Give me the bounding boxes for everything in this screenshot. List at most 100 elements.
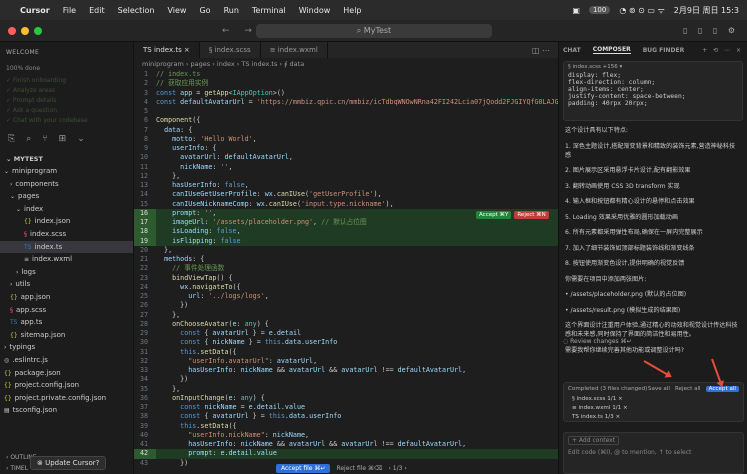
editor-tab[interactable]: § index.scss <box>200 42 261 58</box>
diff-pager[interactable]: ‹ 1/3 › <box>388 465 406 472</box>
code-line[interactable]: 34 }) <box>134 375 558 384</box>
onboarding-step[interactable]: ✓ Ask a question <box>0 105 133 115</box>
code-line[interactable]: 33 hasUserInfo: nickName && avatarUrl &&… <box>134 366 558 375</box>
diff-file-header[interactable]: § index.scss +156 ▾ <box>568 64 738 70</box>
code-view[interactable]: 1 // index.ts 2 // 获取应用实例 3 const app = getAp… <box>134 70 558 468</box>
menu-item-cursor[interactable]: Cursor <box>20 6 50 15</box>
code-line[interactable]: 13 hasUserInfo: false, <box>134 181 558 190</box>
onboarding-step[interactable]: ✓ Chat with your codebase <box>0 115 133 125</box>
tree-item[interactable]: {} index.json <box>0 215 133 228</box>
menu-item-window[interactable]: Window <box>299 6 331 15</box>
layout-icons[interactable]: ▯ ▯ ▯ ⚙ <box>683 26 739 35</box>
battery-indicator[interactable]: 100 <box>588 6 611 14</box>
update-cursor-toast[interactable]: ⊗ Update Cursor? <box>30 456 107 470</box>
close-icon[interactable]: ⊗ <box>37 459 45 467</box>
code-line[interactable]: 37 const nickName = e.detail.value <box>134 403 558 412</box>
explorer-title[interactable]: ⌄ MYTEST <box>0 153 133 165</box>
code-line[interactable]: 31 this.setData({ <box>134 348 558 357</box>
code-line[interactable]: 12 }, <box>134 172 558 181</box>
onboarding-step[interactable]: ✓ Prompt details <box>0 95 133 105</box>
code-line[interactable]: 24 wx.navigateTo({ <box>134 283 558 292</box>
datetime[interactable]: 2月9日 周日 15:3 <box>674 5 739 16</box>
accept-file-button[interactable]: Accept file ⌘↵ <box>276 464 331 473</box>
code-line[interactable]: 26 }) <box>134 301 558 310</box>
code-line[interactable]: 27 }, <box>134 311 558 320</box>
menu-item-help[interactable]: Help <box>343 6 361 15</box>
wifi-icon[interactable]: ◔ ⊚ ⊙ ▭ ᯤ <box>619 5 664 16</box>
menu-item-view[interactable]: View <box>167 6 186 15</box>
inline-accept-button[interactable]: Accept ⌘Y <box>476 211 512 219</box>
code-line[interactable]: 2 // 获取应用实例 <box>134 79 558 88</box>
extensions-icon[interactable]: ⊞ <box>59 134 67 144</box>
menu-item-file[interactable]: File <box>63 6 76 15</box>
tree-item[interactable]: {} package.json <box>0 367 133 380</box>
menu-item-selection[interactable]: Selection <box>118 6 155 15</box>
tree-item[interactable]: TS app.ts <box>0 316 133 329</box>
tree-item[interactable]: ▤ tsconfig.json <box>0 404 133 417</box>
code-line[interactable]: 38 const { avatarUrl } = this.data.userI… <box>134 412 558 421</box>
tree-item[interactable]: › components <box>0 178 133 191</box>
close-window-button[interactable] <box>8 26 16 35</box>
onboarding-step[interactable]: ✓ Analyze areas <box>0 85 133 95</box>
inline-reject-button[interactable]: Reject ⌘N <box>514 211 549 219</box>
tree-item[interactable]: › logs <box>0 266 133 279</box>
zoom-window-button[interactable] <box>34 26 42 35</box>
search-icon[interactable]: ⌕ <box>26 134 31 144</box>
tree-item[interactable]: § app.scss <box>0 304 133 317</box>
tree-item[interactable]: {} project.private.config.json <box>0 392 133 405</box>
code-line[interactable]: 35 }, <box>134 385 558 394</box>
source-control-icon[interactable]: ⑂ <box>42 134 47 144</box>
split-editor-icon[interactable]: ◫ ⋯ <box>524 42 558 58</box>
code-diff-preview[interactable]: § index.scss +156 ▾ display: flex; flex-… <box>563 61 743 121</box>
code-line[interactable]: 14 canIUseGetUserProfile: wx.canIUse('ge… <box>134 190 558 199</box>
code-line[interactable]: 10 avatarUrl: defaultAvatarUrl, <box>134 153 558 162</box>
panel-controls[interactable]: + ⟲ ⋯ × <box>702 47 743 54</box>
editor-tab[interactable]: TS index.ts × <box>134 42 200 58</box>
composer-input[interactable]: + Add context Edit code (⌘I), @ to menti… <box>563 432 744 474</box>
chevron-down-icon[interactable]: ⌄ <box>77 134 85 144</box>
code-line[interactable]: 6 Component({ <box>134 116 558 125</box>
code-line[interactable]: 30 const { nickName } = this.data.userIn… <box>134 338 558 347</box>
code-line[interactable]: 42 prompt: e.detail.value <box>134 449 558 459</box>
code-line[interactable]: 11 nickName: '', <box>134 163 558 172</box>
code-line[interactable]: 20 }, <box>134 246 558 255</box>
tab-bug-finder[interactable]: BUG FINDER <box>643 47 685 54</box>
onboarding-step[interactable]: ✓ Finish onboarding <box>0 75 133 85</box>
tree-item[interactable]: ≡ index.wxml <box>0 253 133 266</box>
nav-arrows[interactable]: ← → <box>222 26 258 36</box>
changed-file-item[interactable]: § index.scss 1/1 × <box>564 394 743 403</box>
code-line[interactable]: 5 <box>134 107 558 116</box>
code-line[interactable]: 29 const { avatarUrl } = e.detail <box>134 329 558 338</box>
reject-file-button[interactable]: Reject file ⌘⌫ <box>336 465 382 472</box>
code-line[interactable]: 39 this.setData({ <box>134 422 558 431</box>
menu-item-run[interactable]: Run <box>224 6 239 15</box>
tree-item[interactable]: {} sitemap.json <box>0 329 133 342</box>
code-line[interactable]: 40 "userInfo.nickName": nickName, <box>134 431 558 440</box>
reject-all-button[interactable]: Reject all <box>675 386 701 392</box>
code-line[interactable]: 32 "userInfo.avatarUrl": avatarUrl, <box>134 357 558 366</box>
editor-tab[interactable]: ≡ index.wxml <box>261 42 328 58</box>
tab-chat[interactable]: CHAT <box>563 47 581 54</box>
menu-item-terminal[interactable]: Terminal <box>252 6 286 15</box>
code-line[interactable]: 25 url: '../logs/logs', <box>134 292 558 301</box>
tree-item[interactable]: › utils <box>0 278 133 291</box>
tree-item[interactable]: {} project.config.json <box>0 379 133 392</box>
code-line[interactable]: 36 onInputChange(e: any) { <box>134 394 558 403</box>
review-changes-button[interactable]: ◌ Review changes ⌘↵ <box>563 338 632 345</box>
save-all-button[interactable]: Save all <box>648 386 670 392</box>
tree-item[interactable]: TS index.ts <box>0 240 133 254</box>
code-line[interactable]: 22 // 事件处理函数 <box>134 264 558 273</box>
minimize-window-button[interactable] <box>21 26 29 35</box>
code-line[interactable]: 3 const app = getApp<IAppOption>() <box>134 89 558 98</box>
code-line[interactable]: 17 imageUrl: '/assets/placeholder.png', … <box>134 218 558 228</box>
code-line[interactable]: 8 motto: 'Hello World', <box>134 135 558 144</box>
changed-file-item[interactable]: ≡ index.wxml 1/1 × <box>564 403 743 412</box>
code-line[interactable]: 28 onChooseAvatar(e: any) { <box>134 320 558 329</box>
menu-item-go[interactable]: Go <box>199 6 210 15</box>
code-line[interactable]: 7 data: { <box>134 126 558 135</box>
tree-item[interactable]: {} app.json <box>0 291 133 304</box>
code-line[interactable]: 21 methods: { <box>134 255 558 264</box>
tab-composer[interactable]: COMPOSER <box>592 46 631 54</box>
command-search[interactable]: ⌕ MyTest <box>256 24 492 38</box>
tree-item[interactable]: ◎ .eslintrc.js <box>0 354 133 367</box>
